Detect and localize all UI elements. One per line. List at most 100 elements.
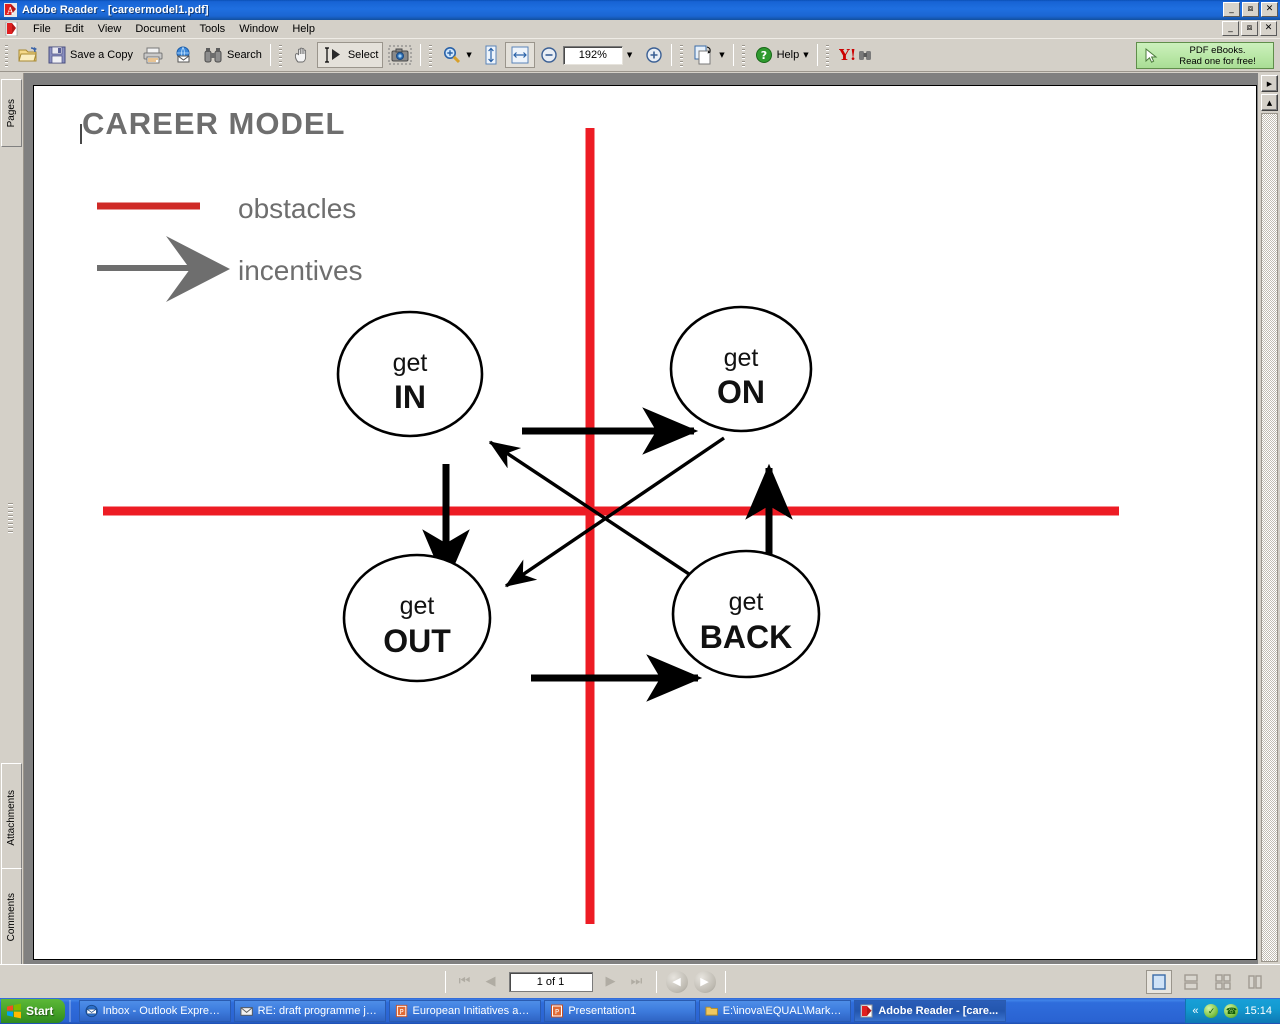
layout-single-page-button[interactable] bbox=[1146, 969, 1172, 994]
zoom-out-circle-icon bbox=[541, 47, 557, 63]
pdf-ebooks-ad-line1: PDF eBooks. bbox=[1189, 44, 1246, 56]
minimize-button[interactable]: _ bbox=[1223, 2, 1240, 17]
windows-taskbar: Start Inbox - Outlook Express ... RE: dr… bbox=[0, 998, 1280, 1024]
pdf-ebooks-ad[interactable]: PDF eBooks. Read one for free! bbox=[1136, 42, 1274, 69]
taskbar-separator bbox=[69, 1000, 72, 1022]
document-viewport[interactable]: CAREER MODEL obstacles incentives get IN… bbox=[24, 73, 1258, 964]
send-document-icon bbox=[694, 45, 711, 65]
tray-clock[interactable]: 15:14 bbox=[1244, 1005, 1272, 1017]
email-button[interactable] bbox=[168, 42, 198, 68]
print-button[interactable] bbox=[138, 42, 168, 68]
pdf-ebooks-ad-text: PDF eBooks. Read one for free! bbox=[1166, 45, 1273, 67]
svg-text:P: P bbox=[555, 1008, 559, 1016]
taskbar-item-outlook-express-label: Inbox - Outlook Express ... bbox=[102, 1005, 226, 1017]
navpane-splitter-grip[interactable] bbox=[8, 503, 13, 533]
taskbar-item-adobe-reader[interactable]: Adobe Reader - [care... bbox=[854, 1000, 1007, 1022]
search-button[interactable]: Search bbox=[198, 42, 267, 68]
sidebar-tab-pages[interactable]: Pages bbox=[1, 79, 22, 147]
scroll-up-arrow[interactable]: ▲ bbox=[1261, 94, 1278, 111]
menu-file[interactable]: File bbox=[26, 22, 58, 36]
taskbar-item-re-draft-programme[interactable]: RE: draft programme jun... bbox=[234, 1000, 387, 1022]
node-get-out-big: OUT bbox=[383, 623, 451, 659]
last-page-button[interactable]: ⏭ bbox=[624, 971, 650, 993]
legend-incentives-swatch bbox=[97, 236, 230, 302]
doc-minimize-button[interactable]: _ bbox=[1222, 21, 1239, 36]
previous-view-button[interactable]: ◀ bbox=[665, 970, 688, 993]
taskbar-item-explorer-folder-label: E:\inova\EQUAL\Marketi... bbox=[722, 1005, 846, 1017]
document-window-controls: _ ⧈ ✕ bbox=[1222, 21, 1277, 36]
folder-icon bbox=[705, 1006, 719, 1016]
open-folder-icon bbox=[18, 47, 37, 62]
layout-continuous-facing-button[interactable] bbox=[1242, 970, 1268, 994]
review-caret-icon[interactable]: ▼ bbox=[719, 51, 724, 59]
toolbar-grip-basic[interactable] bbox=[276, 43, 284, 67]
review-send-button[interactable]: ▼ bbox=[688, 42, 729, 68]
vertical-scrollbar[interactable]: ▶ ▲ bbox=[1258, 73, 1280, 964]
toolbar-grip-tasks[interactable] bbox=[678, 43, 686, 67]
scroll-mode-button[interactable] bbox=[477, 42, 505, 68]
next-view-button[interactable]: ▶ bbox=[693, 970, 716, 993]
menu-edit[interactable]: Edit bbox=[58, 22, 91, 36]
zoom-tool-caret-icon[interactable]: ▼ bbox=[466, 51, 471, 59]
sidebar-tab-pages-label: Pages bbox=[6, 98, 17, 128]
zoom-in-button[interactable] bbox=[640, 42, 668, 68]
toolbar-grip-zoom[interactable] bbox=[427, 43, 435, 67]
printer-icon bbox=[143, 47, 163, 64]
toolbar-separator-1 bbox=[269, 44, 271, 66]
zoom-dropdown-caret-icon[interactable]: ▼ bbox=[627, 51, 632, 59]
tray-antivirus-icon[interactable]: ✓ bbox=[1204, 1004, 1219, 1018]
zoom-out-button[interactable] bbox=[535, 42, 563, 68]
pdf-ebooks-ad-line2: Read one for free! bbox=[1179, 55, 1256, 67]
taskbar-item-explorer-folder[interactable]: E:\inova\EQUAL\Marketi... bbox=[699, 1000, 852, 1022]
horizontal-scroll-right-arrow[interactable]: ▶ bbox=[1261, 75, 1278, 92]
help-caret-icon[interactable]: ▼ bbox=[803, 51, 808, 59]
fit-width-button[interactable] bbox=[504, 42, 535, 68]
first-page-button[interactable]: ⏮ bbox=[452, 971, 478, 993]
cursor-arrow-icon bbox=[1145, 47, 1158, 63]
system-tray: « ✓ ☎ 15:14 bbox=[1185, 999, 1280, 1023]
help-button[interactable]: ? Help ▼ bbox=[750, 42, 814, 68]
snapshot-tool-button[interactable] bbox=[383, 42, 417, 68]
next-page-button[interactable]: ▶ bbox=[598, 971, 624, 993]
svg-text:P: P bbox=[400, 1008, 404, 1016]
taskbar-item-european-initiatives[interactable]: P European Initiatives and ... bbox=[389, 1000, 542, 1022]
windows-flag-icon bbox=[7, 1003, 21, 1019]
taskbar-item-outlook-express[interactable]: Inbox - Outlook Express ... bbox=[79, 1000, 232, 1022]
taskbar-item-presentation1[interactable]: P Presentation1 bbox=[544, 1000, 697, 1022]
open-button[interactable] bbox=[13, 42, 43, 68]
menu-help[interactable]: Help bbox=[285, 22, 322, 36]
vertical-scroll-track[interactable] bbox=[1261, 113, 1278, 962]
restore-button[interactable]: ⧈ bbox=[1242, 2, 1259, 17]
layout-facing-button[interactable] bbox=[1210, 970, 1236, 994]
menu-view[interactable]: View bbox=[91, 22, 129, 36]
toolbar-grip-file[interactable] bbox=[3, 43, 10, 67]
toolbar-grip-help[interactable] bbox=[739, 43, 747, 67]
layout-continuous-button[interactable] bbox=[1178, 970, 1204, 994]
doc-close-button[interactable]: ✕ bbox=[1260, 21, 1277, 36]
taskbar-item-adobe-reader-label: Adobe Reader - [care... bbox=[878, 1005, 999, 1017]
page-navigation: ⏮ ◀ 1 of 1 ▶ ⏭ ◀ ▶ bbox=[24, 970, 1146, 993]
node-get-out-small: get bbox=[400, 592, 435, 620]
tray-network-icon[interactable]: ☎ bbox=[1224, 1004, 1239, 1018]
tray-expand-button[interactable]: « bbox=[1192, 1005, 1198, 1017]
close-button[interactable]: ✕ bbox=[1261, 2, 1278, 17]
menu-tools[interactable]: Tools bbox=[193, 22, 233, 36]
node-get-in-small: get bbox=[393, 349, 428, 377]
yahoo-toolbar-button[interactable]: Y! bbox=[834, 42, 882, 68]
doc-restore-button[interactable]: ⧈ bbox=[1241, 21, 1258, 36]
fit-width-icon bbox=[511, 46, 529, 64]
toolbar-grip-yahoo[interactable] bbox=[823, 43, 831, 67]
menu-document[interactable]: Document bbox=[128, 22, 192, 36]
page-number-input[interactable]: 1 of 1 bbox=[508, 971, 593, 992]
zoom-level-input[interactable]: 192% bbox=[562, 45, 623, 65]
hand-tool-button[interactable] bbox=[287, 42, 317, 68]
sidebar-tab-comments-label: Comments bbox=[6, 892, 17, 942]
sidebar-tab-attachments[interactable]: Attachments bbox=[1, 763, 22, 873]
menu-window[interactable]: Window bbox=[232, 22, 285, 36]
save-a-copy-button[interactable]: Save a Copy bbox=[43, 42, 138, 68]
zoom-tool-button[interactable]: ▼ bbox=[437, 42, 476, 68]
sidebar-tab-comments[interactable]: Comments bbox=[1, 868, 22, 966]
previous-page-button[interactable]: ◀ bbox=[478, 971, 504, 993]
start-button[interactable]: Start bbox=[1, 999, 66, 1023]
select-tool-button[interactable]: Select bbox=[316, 42, 384, 68]
